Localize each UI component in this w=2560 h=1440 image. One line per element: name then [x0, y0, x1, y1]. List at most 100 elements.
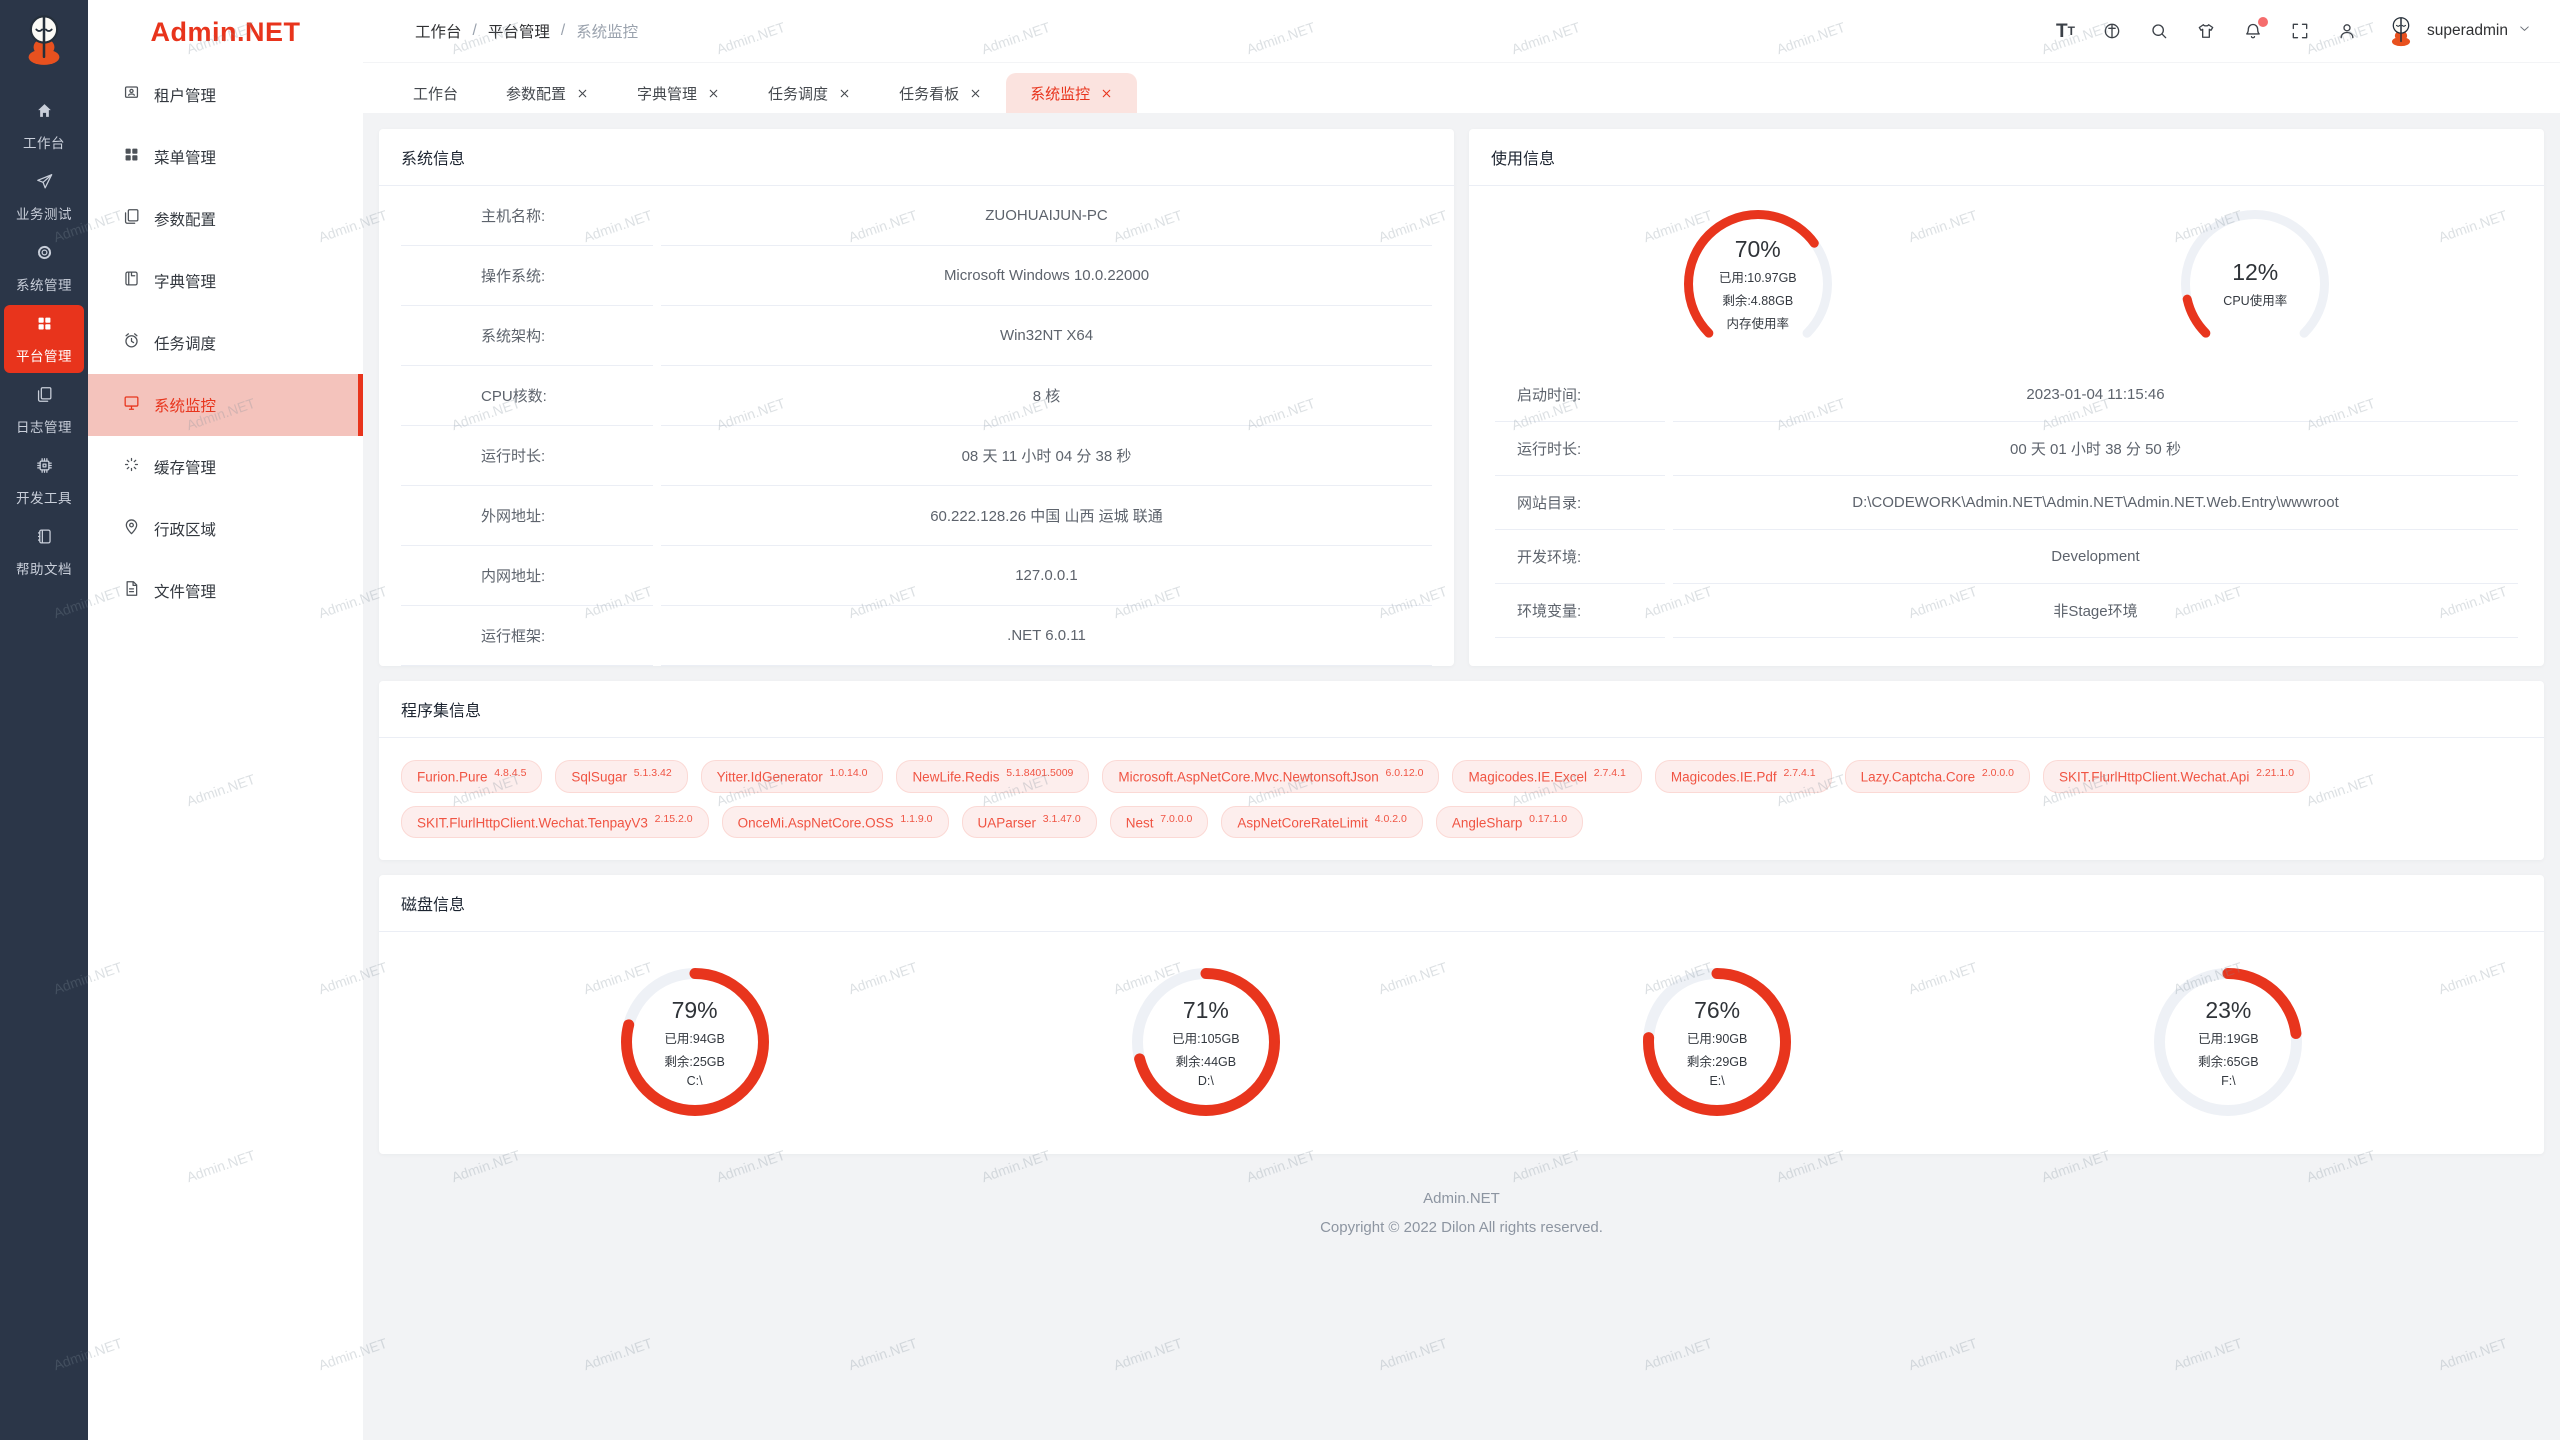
assembly-tag[interactable]: SqlSugar 5.1.3.42	[555, 760, 687, 793]
tab-label: 参数配置	[506, 83, 566, 104]
info-row-label: 运行时长:	[1495, 422, 1665, 476]
assembly-tag[interactable]: Microsoft.AspNetCore.Mvc.NewtonsoftJson …	[1102, 760, 1439, 793]
copy-icon	[35, 385, 54, 409]
info-row-label: 环境变量:	[1495, 584, 1665, 638]
breadcrumb-item[interactable]: 平台管理	[488, 20, 550, 42]
assembly-tag[interactable]: Nest 7.0.0.0	[1110, 806, 1209, 839]
tab-bar: 工作台 参数配置 字典管理 任务调度任务看板系统监控	[363, 63, 2560, 113]
donut-detail: D:\	[1198, 1074, 1214, 1088]
rail-item-dev-tools[interactable]: 开发工具	[4, 447, 84, 515]
assembly-tag[interactable]: SKIT.FlurlHttpClient.Wechat.TenpayV3 2.1…	[401, 806, 709, 839]
language-icon[interactable]	[2102, 21, 2122, 41]
sidebar-item-dict[interactable]: 字典管理	[88, 250, 363, 312]
sidebar-item-menu[interactable]: 菜单管理	[88, 126, 363, 188]
bell-icon[interactable]	[2243, 21, 2263, 41]
assembly-tag[interactable]: AngleSharp 0.17.1.0	[1436, 806, 1583, 839]
rail-item-platform-mgmt[interactable]: 平台管理	[4, 305, 84, 373]
tab-label: 工作台	[413, 83, 458, 104]
assembly-tag[interactable]: Magicodes.IE.Excel 2.7.4.1	[1452, 760, 1641, 793]
info-row-label: 运行时长:	[401, 426, 653, 486]
rail-item-label: 帮助文档	[16, 558, 72, 578]
breadcrumb-item[interactable]: 工作台	[415, 20, 462, 42]
page-footer: Admin.NET Copyright © 2022 Dilon All rig…	[379, 1169, 2544, 1268]
tab-workbench[interactable]: 工作台	[389, 73, 482, 113]
info-row: 网站目录:D:\CODEWORK\Admin.NET\Admin.NET\Adm…	[1495, 476, 2518, 530]
info-row: 内网地址:127.0.0.1	[401, 546, 1432, 606]
tab-monitor[interactable]: 系统监控	[1006, 73, 1137, 113]
info-row-label: 运行框架:	[401, 606, 653, 666]
user-menu[interactable]: superadmin	[2384, 14, 2532, 48]
sidebar-item-system-monitor[interactable]: 系统监控	[88, 374, 363, 436]
tab-board[interactable]: 任务看板	[875, 73, 1006, 113]
donut-center-text: 71%已用:105GB剩余:44GBD:\	[1130, 966, 1282, 1118]
usage-gauges: 70%已用:10.97GB剩余:4.88GB内存使用率 12%CPU使用率	[1469, 186, 2544, 368]
disk-donuts: 79%已用:94GB剩余:25GBC:\ 71%已用:105GB剩余:44GBD…	[379, 932, 2544, 1154]
info-row: CPU核数:8 核	[401, 366, 1432, 426]
breadcrumb: 工作台/平台管理/系统监控	[415, 20, 638, 42]
assembly-tag-version: 2.21.1.0	[2256, 767, 2294, 779]
tab-close-icon[interactable]	[838, 87, 851, 100]
sidebar-item-file[interactable]: 文件管理	[88, 560, 363, 622]
rail-item-help-docs[interactable]: 帮助文档	[4, 518, 84, 586]
top-cards-row: 系统信息 主机名称:ZUOHUAIJUN-PC操作系统:Microsoft Wi…	[379, 129, 2544, 666]
tab-label: 字典管理	[637, 83, 697, 104]
assembly-tag[interactable]: Magicodes.IE.Pdf 2.7.4.1	[1655, 760, 1832, 793]
donut-detail: 已用:19GB	[2198, 1028, 2258, 1047]
assembly-tag-version: 6.0.12.0	[1385, 767, 1423, 779]
donut-detail: E:\	[1709, 1074, 1724, 1088]
breadcrumb-separator: /	[561, 22, 565, 40]
assembly-tag[interactable]: Furion.Pure 4.8.4.5	[401, 760, 542, 793]
tab-close-icon[interactable]	[969, 87, 982, 100]
info-row: 运行时长:00 天 01 小时 38 分 50 秒	[1495, 422, 2518, 476]
sidebar-item-task-schedule[interactable]: 任务调度	[88, 312, 363, 374]
notification-badge	[2258, 17, 2268, 27]
rail-item-label: 业务测试	[16, 203, 72, 223]
rail-item-business-test[interactable]: 业务测试	[4, 163, 84, 231]
file-icon	[122, 579, 141, 603]
tab-close-icon[interactable]	[707, 87, 720, 100]
assembly-tag[interactable]: SKIT.FlurlHttpClient.Wechat.Api 2.21.1.0	[2043, 760, 2310, 793]
chip-icon	[35, 456, 54, 480]
sidebar-item-region[interactable]: 行政区域	[88, 498, 363, 560]
theme-icon[interactable]	[2196, 21, 2216, 41]
assembly-tag[interactable]: UAParser 3.1.47.0	[962, 806, 1097, 839]
assembly-tag-version: 1.0.14.0	[829, 767, 867, 779]
assembly-tag-version: 4.8.4.5	[494, 767, 526, 779]
copy-icon	[122, 207, 141, 231]
donut-detail: 已用:105GB	[1172, 1028, 1239, 1047]
search-icon[interactable]	[2149, 21, 2169, 41]
loading-icon	[122, 455, 141, 479]
rail-item-workbench[interactable]: 工作台	[4, 92, 84, 160]
assembly-tag[interactable]: NewLife.Redis 5.1.8401.5009	[896, 760, 1089, 793]
assembly-tag[interactable]: Lazy.Captcha.Core 2.0.0.0	[1845, 760, 2030, 793]
rail-item-log-mgmt[interactable]: 日志管理	[4, 376, 84, 444]
assembly-tag[interactable]: AspNetCoreRateLimit 4.0.2.0	[1221, 806, 1422, 839]
sidebar-item-cache[interactable]: 缓存管理	[88, 436, 363, 498]
app-logo[interactable]	[15, 10, 73, 73]
info-row-value: 127.0.0.1	[661, 546, 1432, 606]
fullscreen-icon[interactable]	[2290, 21, 2310, 41]
sidebar-item-param-config[interactable]: 参数配置	[88, 188, 363, 250]
tab-schedule[interactable]: 任务调度	[744, 73, 875, 113]
info-row-value: 2023-01-04 11:15:46	[1673, 368, 2518, 422]
disk-donut: 23%已用:19GB剩余:65GBF:\	[2152, 966, 2304, 1118]
user-icon[interactable]	[2337, 21, 2357, 41]
card-title: 程序集信息	[379, 681, 2544, 738]
font-size-icon[interactable]: TT	[2056, 22, 2075, 41]
donut-detail: 剩余:29GB	[1687, 1051, 1747, 1070]
donut-center-text: 12%CPU使用率	[2179, 208, 2331, 360]
donut-percent: 79%	[672, 997, 718, 1024]
donut-detail: C:\	[687, 1074, 703, 1088]
assembly-tag[interactable]: Yitter.IdGenerator 1.0.14.0	[701, 760, 884, 793]
tab-close-icon[interactable]	[1100, 87, 1113, 100]
tab-close-icon[interactable]	[576, 87, 589, 100]
system-info-rows: 主机名称:ZUOHUAIJUN-PC操作系统:Microsoft Windows…	[379, 186, 1454, 666]
donut-percent: 76%	[1694, 997, 1740, 1024]
topbar-left: 工作台/平台管理/系统监控	[391, 20, 638, 42]
tab-dict[interactable]: 字典管理	[613, 73, 744, 113]
rail-item-system-mgmt[interactable]: 系统管理	[4, 234, 84, 302]
sidebar-item-tenant[interactable]: 租户管理	[88, 64, 363, 126]
assembly-tag[interactable]: OnceMi.AspNetCore.OSS 1.1.9.0	[722, 806, 949, 839]
tab-config[interactable]: 参数配置	[482, 73, 613, 113]
info-row-value: Development	[1673, 530, 2518, 584]
